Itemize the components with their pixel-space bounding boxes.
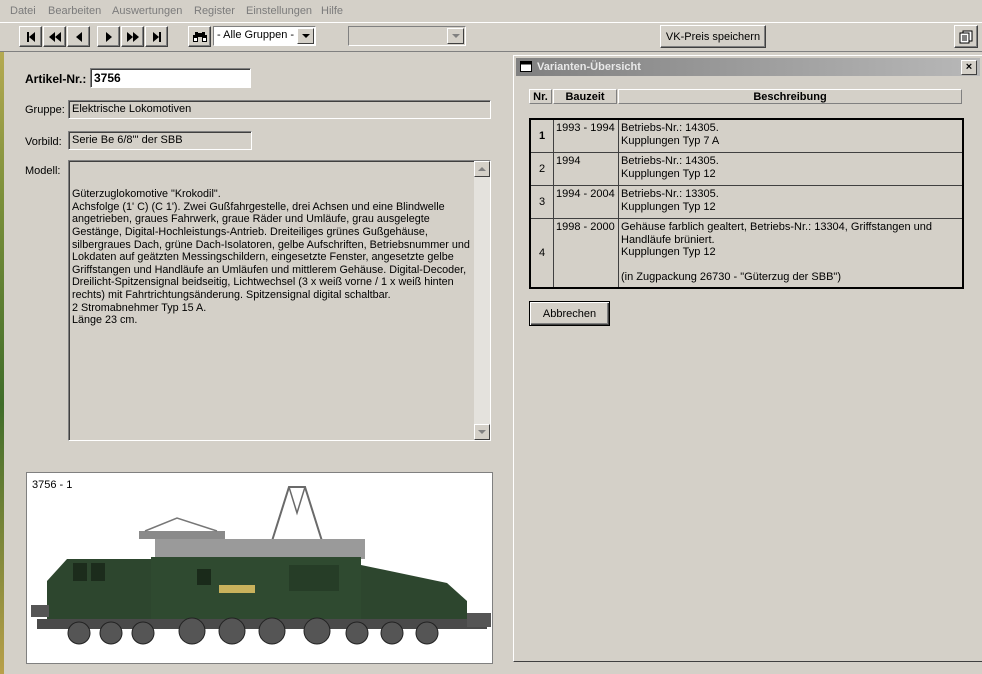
cell-bauzeit: 1993 - 1994 [554,120,619,152]
search-button[interactable] [188,26,211,47]
model-description-text: Güterzuglokomotive "Krokodil". Achsfolge… [72,188,470,327]
table-row[interactable]: 4 1998 - 2000 Gehäuse farblich gealtert,… [531,219,962,287]
fast-back-button[interactable] [43,26,66,47]
table-row[interactable]: 2 1994 Betriebs-Nr.: 14305. Kupplungen T… [531,153,962,186]
scroll-down-button[interactable] [474,424,490,440]
menu-bar: Datei Bearbeiten Auswertungen Register E… [0,0,982,23]
menu-auswertungen[interactable]: Auswertungen [112,5,182,17]
cell-nr: 3 [531,186,554,218]
dialog-titlebar[interactable]: Varianten-Übersicht × [516,58,980,76]
model-label: Modell: [25,165,61,177]
variants-dialog: Varianten-Übersicht × Nr. Bauzeit Beschr… [513,55,982,662]
prototype-field[interactable]: Serie Be 6/8"' der SBB [68,131,252,150]
article-number-input[interactable]: 3756 [90,68,251,88]
variants-table: 1 1993 - 1994 Betriebs-Nr.: 14305. Kuppl… [529,118,964,289]
cell-beschreibung: Betriebs-Nr.: 14305. Kupplungen Typ 7 A [621,122,720,147]
desktop-edge [0,0,4,674]
first-record-button[interactable] [19,26,42,47]
arrow-down-icon [478,430,486,434]
menu-register[interactable]: Register [194,5,235,17]
next-icon [105,31,112,42]
cell-nr: 4 [531,219,554,287]
locomotive-picture [31,486,491,645]
chevron-down-icon[interactable] [297,28,314,44]
next-record-button[interactable] [97,26,120,47]
cell-bauzeit: 1998 - 2000 [554,219,619,287]
menu-einstellungen[interactable]: Einstellungen [246,5,312,17]
cell-nr: 2 [531,153,554,185]
window-icon [520,61,532,72]
cell-beschreibung: Betriebs-Nr.: 13305. Kupplungen Typ 12 [621,188,719,213]
copy-button[interactable] [954,25,978,48]
column-header-bauzeit[interactable]: Bauzeit [553,89,617,104]
dialog-title: Varianten-Übersicht [537,61,641,73]
table-row[interactable]: 3 1994 - 2004 Betriebs-Nr.: 13305. Kuppl… [531,186,962,219]
close-icon[interactable]: × [961,60,977,75]
cell-nr: 1 [531,120,554,152]
menu-datei[interactable]: Datei [10,5,36,17]
product-image: 3756 - 1 [26,472,493,664]
binoculars-icon [192,31,207,42]
cell-beschreibung: Betriebs-Nr.: 14305. Kupplungen Typ 12 [621,155,719,180]
group-filter-value: - Alle Gruppen - [217,29,295,41]
previous-record-button[interactable] [67,26,90,47]
group-label: Gruppe: [25,104,65,116]
arrow-up-icon [478,167,486,171]
toolbar: - Alle Gruppen - VK-Preis speichern [0,22,982,52]
scroll-up-button[interactable] [474,161,490,177]
cancel-button[interactable]: Abbrechen [529,301,610,326]
group-filter-select[interactable]: - Alle Gruppen - [213,26,316,46]
prototype-label: Vorbild: [25,136,62,148]
menu-bearbeiten[interactable]: Bearbeiten [48,5,101,17]
group-field[interactable]: Elektrische Lokomotiven [68,100,491,119]
model-scrollbar[interactable] [474,161,490,440]
secondary-select[interactable] [348,26,466,46]
menu-hilfe[interactable]: Hilfe [321,5,343,17]
last-record-button[interactable] [145,26,168,47]
article-label: Artikel-Nr.: [25,72,87,86]
previous-icon [75,31,82,42]
table-row[interactable]: 1 1993 - 1994 Betriebs-Nr.: 14305. Kuppl… [531,120,962,153]
column-header-beschreibung[interactable]: Beschreibung [618,89,962,104]
save-price-button[interactable]: VK-Preis speichern [660,25,766,48]
fast-forward-button[interactable] [121,26,144,47]
cell-bauzeit: 1994 [554,153,619,185]
cell-bauzeit: 1994 - 2004 [554,186,619,218]
cell-beschreibung: Gehäuse farblich gealtert, Betriebs-Nr.:… [621,221,933,283]
chevron-down-icon[interactable] [447,28,464,44]
column-header-nr[interactable]: Nr. [529,89,552,104]
copy-icon [959,30,973,43]
model-description-textarea[interactable]: Güterzuglokomotive "Krokodil". Achsfolge… [68,160,491,441]
